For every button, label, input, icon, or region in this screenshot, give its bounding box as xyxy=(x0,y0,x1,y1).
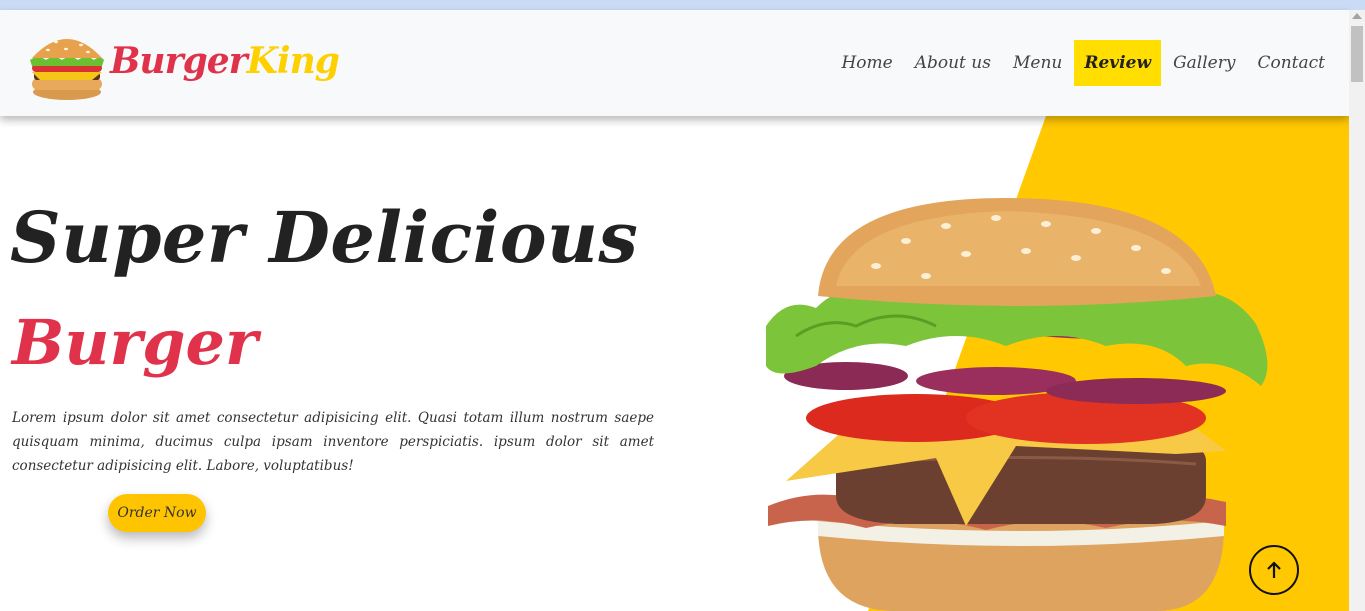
nav-review[interactable]: Review xyxy=(1074,40,1162,86)
nav-home[interactable]: Home xyxy=(831,40,902,86)
nav-menu[interactable]: Menu xyxy=(1003,40,1072,86)
brand-name-part1: Burger xyxy=(110,40,248,82)
hero-title: Super Delicious xyxy=(10,196,639,279)
page-scrollbar[interactable] xyxy=(1349,10,1365,611)
burger-hero-image xyxy=(766,198,1268,611)
nav-contact[interactable]: Contact xyxy=(1247,40,1335,86)
order-now-button[interactable]: Order Now xyxy=(108,494,206,532)
brand-logo[interactable]: BurgerKing xyxy=(26,22,340,102)
scroll-up-arrow-icon[interactable] xyxy=(1352,13,1362,19)
brand-name: BurgerKing xyxy=(110,40,340,82)
brand-name-part2: King xyxy=(246,40,340,82)
arrow-up-icon xyxy=(1267,561,1281,578)
browser-top-strip xyxy=(0,0,1365,10)
scroll-to-top-button[interactable] xyxy=(1249,545,1299,595)
nav-about-us[interactable]: About us xyxy=(905,40,1001,86)
navbar: BurgerKing Home About us Menu Review Gal… xyxy=(0,10,1349,116)
nav-gallery[interactable]: Gallery xyxy=(1163,40,1245,86)
scroll-thumb[interactable] xyxy=(1351,26,1363,82)
burger-logo-icon xyxy=(30,36,104,100)
main-nav: Home About us Menu Review Gallery Contac… xyxy=(829,40,1335,86)
hero-description: Lorem ipsum dolor sit amet consectetur a… xyxy=(12,410,654,474)
hero-subtitle: Burger xyxy=(12,306,258,379)
